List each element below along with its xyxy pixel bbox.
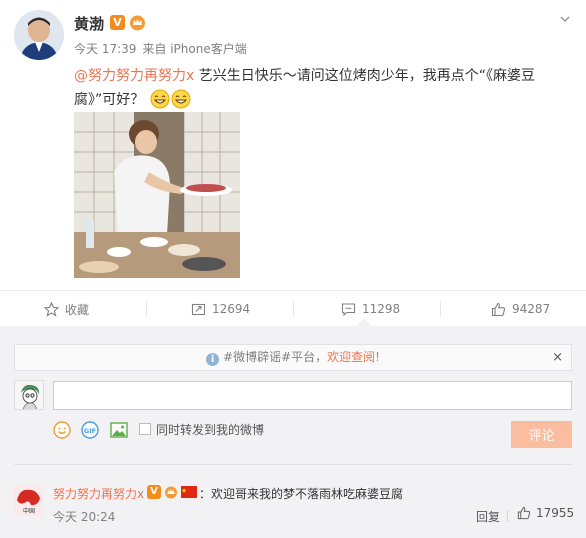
comment-like-count: 17955 <box>536 506 575 520</box>
comment-time: 今天 20:24 <box>53 510 116 524</box>
commenter-avatar[interactable]: 中国 <box>14 486 44 516</box>
star-icon <box>44 301 59 317</box>
member-crown-icon[interactable] <box>129 14 146 31</box>
action-divider <box>293 301 294 317</box>
emoji-icon[interactable] <box>53 421 71 439</box>
post-source[interactable]: 来自 iPhone客户端 <box>142 42 246 56</box>
comment-action-divider <box>507 510 508 522</box>
thumbs-up-icon <box>491 302 506 316</box>
comment-input[interactable] <box>53 381 572 410</box>
like-button[interactable]: 94287 <box>491 291 550 327</box>
repost-icon <box>191 303 206 315</box>
mention-link[interactable]: @努力努力再努力x <box>74 68 194 84</box>
china-flag-icon <box>181 486 197 498</box>
poster-avatar[interactable] <box>14 10 64 60</box>
comment-count: 11298 <box>362 302 401 316</box>
comment-caret <box>356 318 372 326</box>
favorite-button[interactable]: 收藏 <box>44 291 89 327</box>
svg-text:中国: 中国 <box>23 507 35 515</box>
chevron-down-icon[interactable] <box>558 12 572 26</box>
post-time[interactable]: 今天 17:39 <box>74 42 136 56</box>
commenter-name[interactable]: 努力努力再努力x <box>53 485 144 502</box>
svg-text:GIF: GIF <box>84 427 96 435</box>
action-divider <box>146 301 147 317</box>
gif-icon[interactable]: GIF <box>81 421 99 439</box>
comment-icon <box>341 302 356 316</box>
image-icon[interactable] <box>110 421 128 439</box>
repost-button[interactable]: 12694 <box>191 291 250 327</box>
rumor-notice: i #微博辟谣#平台，欢迎查阅! × <box>14 344 572 371</box>
post-action-bar: 收藏 12694 11298 94287 <box>0 290 586 326</box>
notice-link[interactable]: 欢迎查阅! <box>327 350 380 364</box>
reply-button[interactable]: 回复 <box>476 508 500 525</box>
commenter-badges: V <box>147 485 197 499</box>
comment-panel: i #微博辟谣#平台，欢迎查阅! × GIF 同时转发到我的微博 评论 中国 努… <box>0 326 586 538</box>
laugh-emoji-icon <box>150 89 170 109</box>
my-avatar[interactable] <box>14 380 44 410</box>
favorite-label: 收藏 <box>65 302 90 317</box>
comment-text: ：欢迎哥来我的梦不落雨林吃麻婆豆腐 <box>199 487 404 501</box>
post-text: @努力努力再努力x 艺兴生日快乐～请问这位烤肉少年，我再点个“《麻婆豆腐》”可好… <box>74 64 554 112</box>
poster-name[interactable]: 黄渤 <box>74 13 104 34</box>
notice-tag[interactable]: #微博辟谣#平台， <box>223 350 327 364</box>
like-count: 94287 <box>512 302 551 316</box>
laugh-emoji-icon <box>171 89 191 109</box>
info-icon: i <box>206 353 220 366</box>
close-icon[interactable]: × <box>552 345 563 370</box>
repost-count: 12694 <box>212 302 251 316</box>
verified-badge[interactable]: V <box>147 485 161 499</box>
repost-checkbox-label[interactable]: 同时转发到我的微博 <box>156 421 264 438</box>
post-photo[interactable] <box>74 112 240 278</box>
submit-comment-button[interactable]: 评论 <box>511 421 572 448</box>
member-crown-icon[interactable] <box>164 485 178 499</box>
post-meta: 今天 17:39 来自 iPhone客户端 <box>74 40 247 57</box>
repost-checkbox[interactable] <box>139 423 151 435</box>
verified-badge[interactable]: V <box>110 15 125 30</box>
thumbs-up-icon <box>517 506 531 520</box>
action-divider <box>440 301 441 317</box>
comment-like-button[interactable]: 17955 <box>517 506 574 520</box>
comment-divider <box>14 464 572 465</box>
